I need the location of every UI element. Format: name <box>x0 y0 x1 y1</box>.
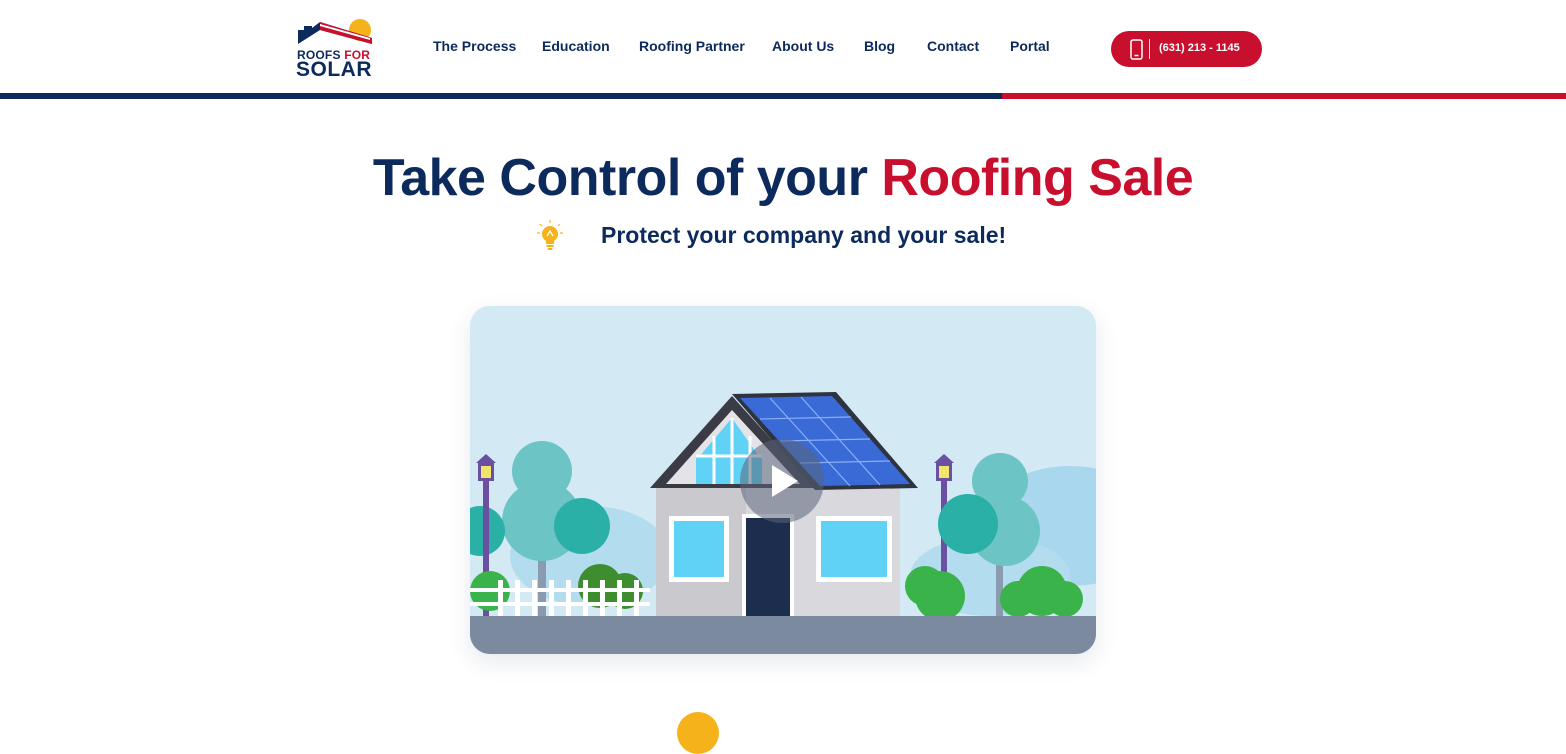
logo-text-bottom: SOLAR <box>296 58 372 81</box>
play-icon <box>772 465 798 497</box>
roof-logo-icon <box>298 19 372 44</box>
mobile-phone-icon <box>1130 39 1143 60</box>
hero-title: Take Control of your Roofing Sale <box>0 148 1566 208</box>
lightbulb-icon <box>537 220 563 250</box>
nav-item-portal[interactable]: Portal <box>1010 38 1050 54</box>
hero-subtitle: Protect your company and your sale! <box>601 222 1007 248</box>
logo[interactable]: ROOFS FOR SOLAR <box>296 18 376 81</box>
nav-item-the-process[interactable]: The Process <box>433 38 516 54</box>
hero-title-accent: Roofing Sale <box>881 149 1194 207</box>
nav-item-contact[interactable]: Contact <box>927 38 979 54</box>
phone-button[interactable]: (631) 213 - 1145 <box>1111 31 1262 67</box>
nav-item-education[interactable]: Education <box>542 38 610 54</box>
hero-title-main: Take Control of your <box>372 149 882 207</box>
hero-subtitle-row: Protect your company and your sale! <box>0 220 1566 254</box>
section-icon-partial <box>677 712 719 754</box>
header-stripe-red <box>1002 93 1566 99</box>
site-header: ROOFS FOR SOLAR The Process Education Ro… <box>0 0 1566 93</box>
nav-item-blog[interactable]: Blog <box>864 38 895 54</box>
play-button[interactable] <box>740 439 824 523</box>
phone-number: (631) 213 - 1145 <box>1159 42 1240 54</box>
nav-item-about-us[interactable]: About Us <box>772 38 834 54</box>
phone-divider <box>1149 39 1150 59</box>
nav-item-roofing-partner[interactable]: Roofing Partner <box>639 38 745 54</box>
header-stripe-navy <box>0 93 1002 99</box>
video-player[interactable] <box>470 306 1096 654</box>
